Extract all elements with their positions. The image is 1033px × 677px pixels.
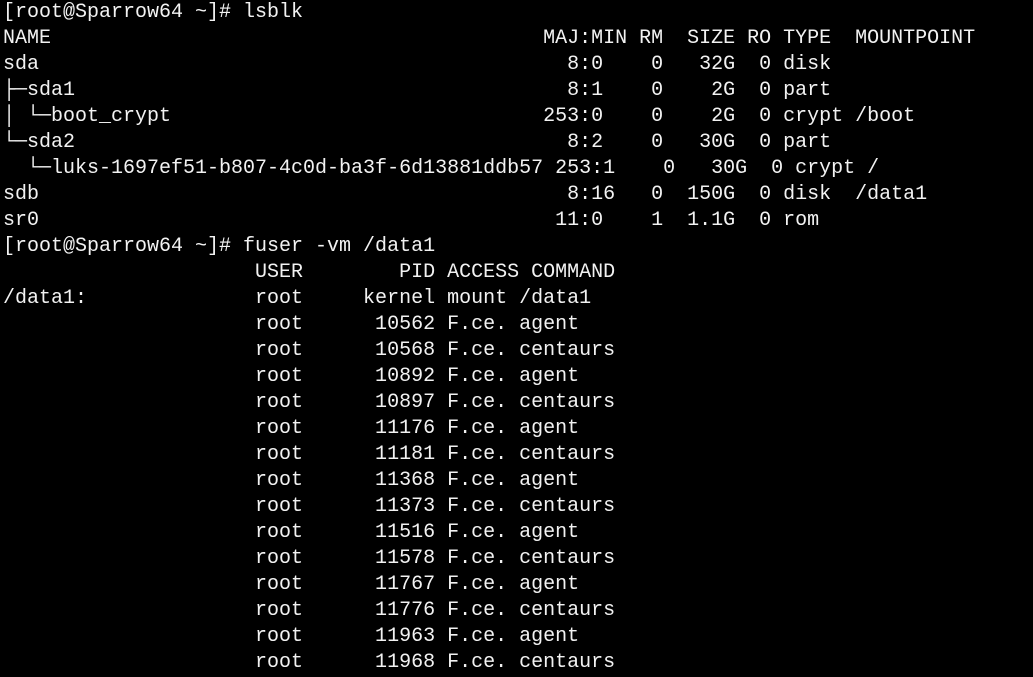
fuser-row: root 11963 F.ce. agent — [3, 625, 580, 648]
lsblk-row: sr0 11:0 1 1.1G 0 rom — [3, 209, 820, 232]
fuser-row: root 10568 F.ce. centaurs — [3, 339, 616, 362]
fuser-row: root 11176 F.ce. agent — [3, 417, 580, 440]
fuser-row: /data1: root kernel mount /data1 — [3, 287, 592, 310]
fuser-row: root 10562 F.ce. agent — [3, 313, 580, 336]
fuser-row: root 11181 F.ce. centaurs — [3, 443, 616, 466]
prompt-line-lsblk: [root@Sparrow64 ~]# lsblk — [3, 1, 304, 24]
lsblk-row: ├─sda1 8:1 0 2G 0 part — [3, 79, 832, 102]
lsblk-row: └─sda2 8:2 0 30G 0 part — [3, 131, 832, 154]
fuser-row: root 10892 F.ce. agent — [3, 365, 580, 388]
fuser-row: root 11516 F.ce. agent — [3, 521, 580, 544]
lsblk-row: sda 8:0 0 32G 0 disk — [3, 53, 832, 76]
fuser-row: root 11776 F.ce. centaurs — [3, 599, 616, 622]
lsblk-row: │ └─boot_crypt 253:0 0 2G 0 crypt /boot — [3, 105, 916, 128]
fuser-row: root 11968 F.ce. centaurs — [3, 651, 616, 674]
lsblk-row: └─luks-1697ef51-b807-4c0d-ba3f-6d13881dd… — [3, 157, 880, 180]
terminal-window[interactable]: [root@Sparrow64 ~]# lsblk NAME MAJ:MIN R… — [0, 0, 1033, 677]
fuser-row: root 11368 F.ce. agent — [3, 469, 580, 492]
fuser-row: root 11767 F.ce. agent — [3, 573, 580, 596]
lsblk-row: sdb 8:16 0 150G 0 disk /data1 — [3, 183, 928, 206]
fuser-row: root 11373 F.ce. centaurs — [3, 495, 616, 518]
fuser-row: root 11578 F.ce. centaurs — [3, 547, 616, 570]
prompt-line-fuser: [root@Sparrow64 ~]# fuser -vm /data1 — [3, 235, 436, 258]
lsblk-header-row: NAME MAJ:MIN RM SIZE RO TYPE MOUNTPOINT — [3, 27, 976, 50]
fuser-header-row: USER PID ACCESS COMMAND — [3, 261, 616, 284]
fuser-row: root 10897 F.ce. centaurs — [3, 391, 616, 414]
